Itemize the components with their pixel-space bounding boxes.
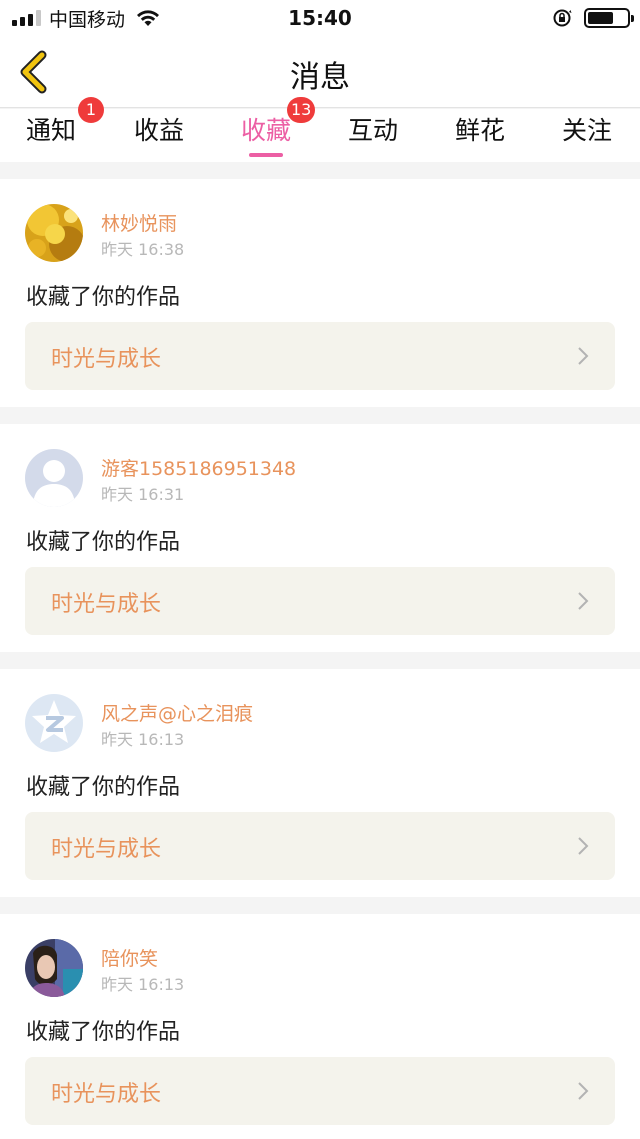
work-card[interactable]: 时光与成长 (25, 567, 615, 635)
tab-earnings[interactable]: 收益 (114, 109, 204, 162)
notification-badge: 1 (78, 97, 104, 123)
status-bar: 中国移动 15:40 (0, 0, 640, 36)
tab-flowers[interactable]: 鲜花 (435, 109, 525, 162)
list-item: 陪你笑 昨天 16:13 收藏了你的作品 时光与成长 (0, 914, 640, 1139)
work-title: 时光与成长 (51, 592, 162, 617)
chevron-right-icon (578, 592, 589, 610)
username[interactable]: 风之声@心之泪痕 (101, 699, 253, 726)
avatar[interactable] (25, 939, 83, 997)
list-item: 林妙悦雨 昨天 16:38 收藏了你的作品 时光与成长 (0, 179, 640, 407)
qq-star-icon (25, 694, 83, 752)
tab-interactions[interactable]: 互动 (328, 109, 418, 162)
favorites-badge: 13 (287, 97, 316, 123)
page-title: 消息 (290, 60, 350, 95)
action-text: 收藏了你的作品 (26, 530, 181, 555)
tab-label: 通知 (25, 116, 76, 145)
avatar[interactable] (25, 449, 83, 507)
work-card[interactable]: 时光与成长 (25, 322, 615, 390)
work-card[interactable]: 时光与成长 (25, 812, 615, 880)
active-tab-indicator (249, 153, 283, 157)
list-item: 风之声@心之泪痕 昨天 16:13 收藏了你的作品 时光与成长 (0, 669, 640, 897)
tab-label: 鲜花 (454, 116, 505, 145)
work-title: 时光与成长 (51, 347, 162, 372)
avatar[interactable] (25, 694, 83, 752)
work-title: 时光与成长 (51, 837, 162, 862)
timestamp: 昨天 16:13 (101, 975, 185, 994)
status-time: 15:40 (288, 6, 352, 30)
tab-favorites[interactable]: 收藏 13 (221, 97, 316, 162)
tab-bar: 通知 1 收益 收藏 13 互动 鲜花 关注 (0, 97, 640, 162)
username[interactable]: 陪你笑 (101, 944, 158, 971)
action-text: 收藏了你的作品 (26, 1020, 181, 1045)
battery-icon (584, 8, 634, 28)
work-title: 时光与成长 (51, 1082, 162, 1107)
username[interactable]: 游客1585186951348 (101, 454, 296, 481)
list-item: 游客1585186951348 昨天 16:31 收藏了你的作品 时光与成长 (0, 424, 640, 652)
username[interactable]: 林妙悦雨 (101, 209, 177, 236)
tab-label: 关注 (561, 116, 612, 145)
chevron-right-icon (578, 1082, 589, 1100)
tab-label: 互动 (347, 116, 398, 145)
chevron-right-icon (578, 347, 589, 365)
selfie-photo (25, 939, 83, 997)
tab-label: 收益 (133, 116, 184, 145)
avatar[interactable] (25, 204, 83, 262)
chevron-right-icon (578, 837, 589, 855)
timestamp: 昨天 16:38 (101, 240, 185, 259)
sunflower-photo (25, 204, 83, 262)
action-text: 收藏了你的作品 (26, 285, 181, 310)
default-person-icon (25, 449, 83, 507)
tab-label: 收藏 (240, 116, 291, 145)
work-card[interactable]: 时光与成长 (25, 1057, 615, 1125)
timestamp: 昨天 16:13 (101, 730, 185, 749)
tab-notifications[interactable]: 通知 1 (6, 97, 104, 162)
tab-following[interactable]: 关注 (542, 109, 632, 162)
action-text: 收藏了你的作品 (26, 775, 181, 800)
timestamp: 昨天 16:31 (101, 485, 185, 504)
orientation-lock-icon (553, 9, 572, 27)
